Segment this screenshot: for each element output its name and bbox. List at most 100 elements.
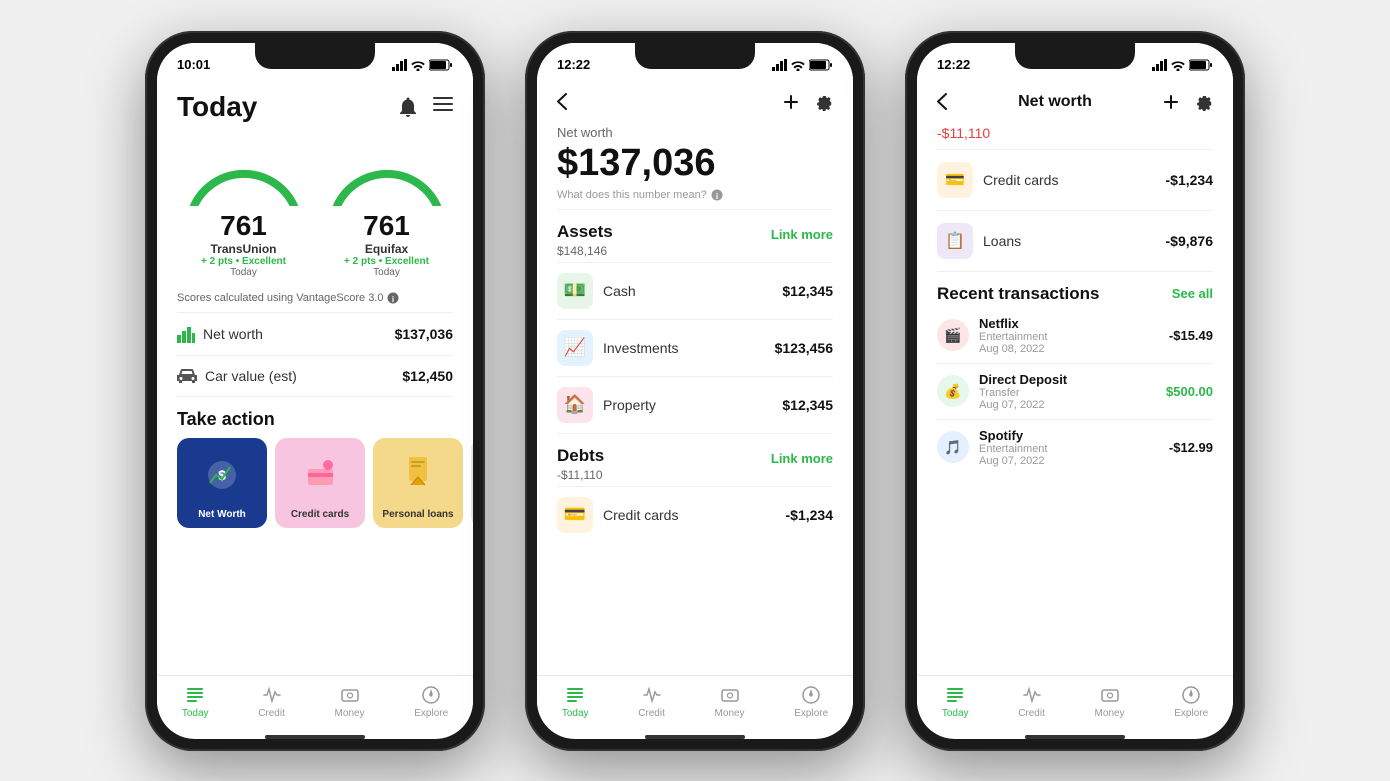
nav-money-1[interactable]: Money <box>335 684 365 719</box>
direct-deposit-category: Transfer <box>979 387 1067 399</box>
p3-creditcards-row[interactable]: 💳 Credit cards -$1,234 <box>917 150 1233 210</box>
p2-creditcards-icon: 💳 <box>557 497 593 533</box>
nav-label-explore-3: Explore <box>1174 708 1208 719</box>
p3-loans-name: Loans <box>983 233 1021 249</box>
nav-explore-1[interactable]: Explore <box>414 684 448 719</box>
debts-link-more[interactable]: Link more <box>771 451 833 466</box>
netflix-category: Entertainment <box>979 331 1047 343</box>
equifax-score-number: 761 <box>363 210 410 242</box>
nav-label-credit-1: Credit <box>258 708 285 719</box>
loans-card-icon <box>403 457 433 493</box>
compass-icon-2 <box>801 685 821 705</box>
plus-icon-2[interactable] <box>783 94 799 110</box>
investments-name: Investments <box>603 340 678 356</box>
transunion-score-number: 761 <box>220 210 267 242</box>
nav-credit-2[interactable]: Credit <box>638 684 665 719</box>
p3-loans-left: 📋 Loans <box>937 223 1021 259</box>
plus-icon-3[interactable] <box>1163 94 1179 110</box>
netflix-trans-row[interactable]: 🎬 Netflix Entertainment Aug 08, 2022 -$1… <box>917 308 1233 363</box>
nav-label-credit-2: Credit <box>638 708 665 719</box>
p3-creditcards-value: -$1,234 <box>1166 172 1213 188</box>
cash-row[interactable]: 💵 Cash $12,345 <box>537 263 853 319</box>
debts-title: Debts <box>557 446 604 466</box>
list-icon-3 <box>945 685 965 705</box>
nav-explore-3[interactable]: Explore <box>1174 684 1208 719</box>
nav-credit-1[interactable]: Credit <box>258 684 285 719</box>
car-value-label-group: Car value (est) <box>177 368 297 384</box>
netflix-details: Netflix Entertainment Aug 08, 2022 <box>979 316 1047 355</box>
direct-deposit-details: Direct Deposit Transfer Aug 07, 2022 <box>979 372 1067 411</box>
car-value-metric[interactable]: Car value (est) $12,450 <box>157 356 473 396</box>
nav-today-2[interactable]: Today <box>562 684 589 719</box>
menu-icon[interactable] <box>433 97 453 111</box>
nav-explore-2[interactable]: Explore <box>794 684 828 719</box>
direct-deposit-trans-row[interactable]: 💰 Direct Deposit Transfer Aug 07, 2022 $… <box>917 364 1233 419</box>
spotify-date: Aug 07, 2022 <box>979 455 1047 467</box>
nav-label-explore-2: Explore <box>794 708 828 719</box>
time-2: 12:22 <box>557 57 590 72</box>
transunion-score: 761 TransUnion + 2 pts • Excellent Today <box>177 141 310 278</box>
nav-label-money-3: Money <box>1095 708 1125 719</box>
signal-icon-2 <box>772 59 787 71</box>
action-card-loans[interactable]: Personal loans <box>373 438 463 528</box>
pulse-icon-2 <box>642 685 662 705</box>
spotify-trans-row[interactable]: 🎵 Spotify Entertainment Aug 07, 2022 -$1… <box>917 420 1233 475</box>
bottom-nav-1: Today Credit Money <box>157 675 473 731</box>
p3-loans-icon: 📋 <box>937 223 973 259</box>
assets-link-more[interactable]: Link more <box>771 227 833 242</box>
nav-today-3[interactable]: Today <box>942 684 969 719</box>
netflix-trans-left: 🎬 Netflix Entertainment Aug 08, 2022 <box>937 316 1047 355</box>
bell-icon[interactable] <box>399 97 417 117</box>
action-card-creditcards[interactable]: Credit cards <box>275 438 365 528</box>
gear-icon-2[interactable] <box>815 93 833 111</box>
phone-3-screen: 12:22 Net worth -$11,1 <box>917 43 1233 739</box>
nav-label-today-1: Today <box>182 708 209 719</box>
nav-money-3[interactable]: Money <box>1095 684 1125 719</box>
vantage-note: Scores calculated using VantageScore 3.0… <box>157 288 473 312</box>
see-all-btn[interactable]: See all <box>1172 286 1213 301</box>
creditcard-card-icon <box>303 457 338 492</box>
money-icon-3 <box>1100 685 1120 705</box>
credit-nav-icon-3 <box>1021 684 1043 706</box>
net-worth-metric[interactable]: Net worth $137,036 <box>157 313 473 355</box>
today-nav-icon-3 <box>944 684 966 706</box>
credit-nav-icon-2 <box>641 684 663 706</box>
assets-title: Assets <box>557 222 613 242</box>
nw-detail-nav: Net worth <box>917 83 1233 121</box>
equifax-gauge <box>327 141 447 206</box>
investments-row[interactable]: 📈 Investments $123,456 <box>537 320 853 376</box>
debts-section-header: Debts Link more <box>537 434 853 468</box>
money-icon <box>340 685 360 705</box>
net-worth-label-group: Net worth <box>177 325 263 343</box>
info-icon: i <box>387 292 399 304</box>
phone-2: 12:22 Net worth <box>525 31 865 751</box>
cash-left: 💵 Cash <box>557 273 636 309</box>
wifi-icon <box>411 59 425 71</box>
action-card-networth[interactable]: $ Net Worth <box>177 438 267 528</box>
property-row[interactable]: 🏠 Property $12,345 <box>537 377 853 433</box>
money-icon-2 <box>720 685 740 705</box>
back-icon-2[interactable] <box>557 93 567 110</box>
nav-money-2[interactable]: Money <box>715 684 745 719</box>
networth-main-amount: $137,036 <box>537 140 853 187</box>
list-icon-2 <box>565 685 585 705</box>
notch-3 <box>1015 43 1135 69</box>
phone-1: 10:01 Today <box>145 31 485 751</box>
back-icon-3[interactable] <box>937 93 947 110</box>
nav-label-today-3: Today <box>942 708 969 719</box>
wifi-icon-3 <box>1171 59 1185 71</box>
networth-question[interactable]: What does this number mean? i <box>537 187 853 209</box>
action-card-creditcards-label: Credit cards <box>291 509 349 520</box>
property-left: 🏠 Property <box>557 387 656 423</box>
svg-text:i: i <box>392 295 394 304</box>
gear-icon-3[interactable] <box>1195 93 1213 111</box>
header-action-icons[interactable] <box>399 97 453 117</box>
nav-credit-3[interactable]: Credit <box>1018 684 1045 719</box>
action-card-home[interactable]: Home lo... <box>471 438 473 528</box>
credit-scores: 761 TransUnion + 2 pts • Excellent Today <box>157 131 473 288</box>
p2-creditcards-row[interactable]: 💳 Credit cards -$1,234 <box>537 487 853 543</box>
p3-creditcards-left: 💳 Credit cards <box>937 162 1058 198</box>
netflix-date: Aug 08, 2022 <box>979 343 1047 355</box>
p3-loans-row[interactable]: 📋 Loans -$9,876 <box>917 211 1233 271</box>
nav-today-1[interactable]: Today <box>182 684 209 719</box>
